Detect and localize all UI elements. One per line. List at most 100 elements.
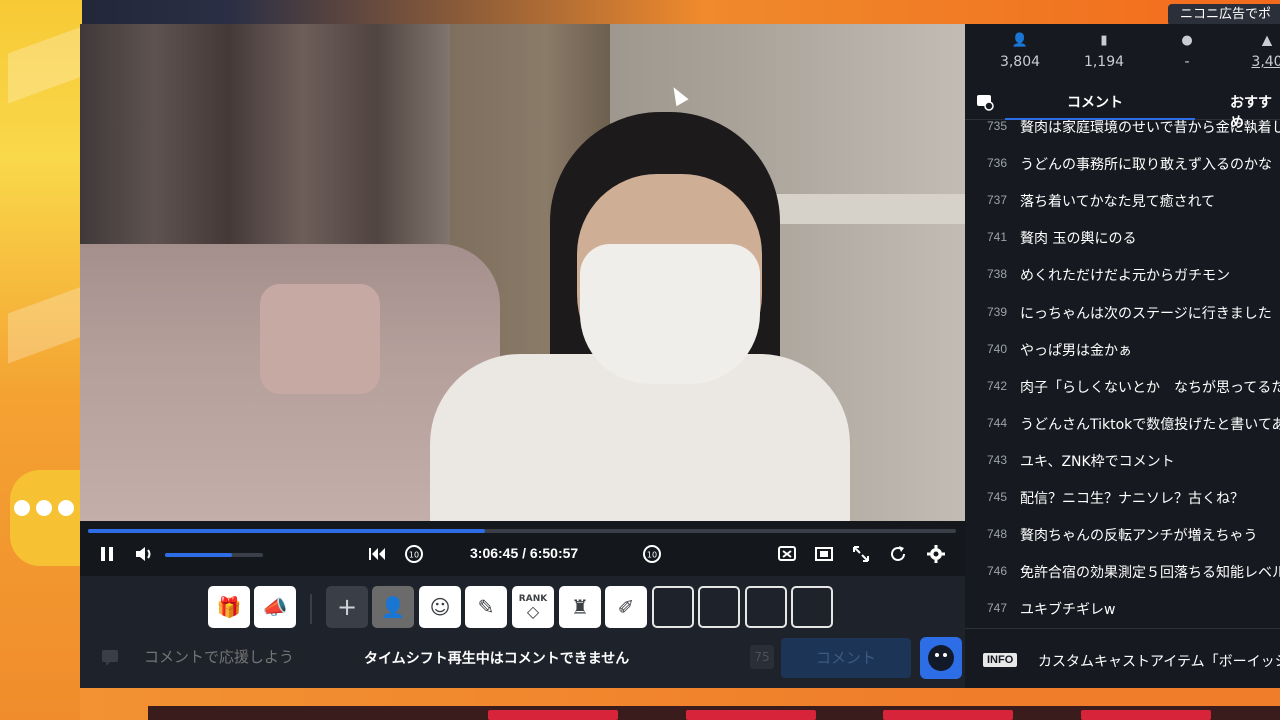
comment-text: 配信？ニコ生？ナニソレ？古くね？ [1020, 491, 1244, 507]
comment-list[interactable]: 735 贅肉は家庭環境のせいで昔から金に執着し 736 うどんの事務所に取り敢えず入る… [965, 120, 1280, 625]
comment-number: 747 [986, 601, 1007, 616]
comment-number: 741 [986, 230, 1007, 245]
fullscreen-button[interactable] [850, 543, 872, 565]
settings-button[interactable] [925, 543, 947, 565]
megaphone-icon: 📣 [262, 595, 288, 619]
volume-slider[interactable] [165, 553, 263, 557]
item-divider [310, 594, 312, 624]
empty-item-slot[interactable] [745, 586, 787, 628]
comment-row[interactable]: 746 免許合宿の効果測定５回落ちる知能レベル [965, 554, 1280, 591]
nicoad-points[interactable]: ▲ 3,40 [1227, 34, 1280, 71]
comment-row[interactable]: 748 贅肉ちゃんの反転アンチが増えちゃう [965, 517, 1280, 554]
comment-row[interactable]: 741 贅肉 玉の輿にのる [965, 220, 1280, 257]
theater-icon [815, 547, 833, 561]
comment-row[interactable]: 742 肉子「らしくないとか なちが思ってるた [965, 369, 1280, 406]
comment-number: 736 [986, 156, 1007, 171]
comment-text: うどんの事務所に取り敢えず入るのかな [1020, 157, 1272, 174]
tab-comment[interactable]: コメント [1067, 92, 1123, 112]
empty-item-slot[interactable] [698, 586, 740, 628]
info-ticker[interactable]: INFO カスタムキャストアイテム「ボーイッシュ [965, 628, 1280, 688]
comment-row[interactable]: 737 落ち着いてかなた見て癒されて [965, 183, 1280, 220]
lower-banner-tag [488, 710, 618, 720]
comment-row[interactable]: 747 ユキブチギレw [965, 591, 1280, 625]
comment-toggle-button[interactable] [776, 543, 798, 565]
comment-text: うどんさんTiktokで数億投げたと書いてあ [1020, 416, 1280, 433]
gift-button[interactable]: 🎁 [208, 586, 250, 628]
lower-banner-tag [1081, 710, 1211, 720]
comment-row[interactable]: 745 配信？ニコ生？ナニソレ？古くね？ [965, 480, 1280, 517]
emotion-item[interactable]: ☺ [419, 586, 461, 628]
comment-text: 落ち着いてかなた見て癒されて [1020, 194, 1216, 211]
stats-bar: 👤 3,804 ▮ 1,194 ● - ▲ 3,40 [965, 24, 1280, 82]
gear-icon [927, 545, 945, 563]
pause-icon [101, 547, 113, 561]
gift-icon: 🎁 [216, 595, 242, 619]
comment-row[interactable]: 744 うどんさんTiktokで数億投げたと書いてあ [965, 406, 1280, 443]
avatar-thumbnail-icon: 👤 [380, 595, 406, 619]
nicoad-button[interactable]: 📣 [254, 586, 296, 628]
reload-button[interactable] [887, 543, 909, 565]
volume-button[interactable] [133, 543, 155, 565]
skip-to-start-button[interactable] [366, 543, 388, 565]
comment-row[interactable]: 735 贅肉は家庭環境のせいで昔から金に執着し [965, 120, 1280, 146]
video-player[interactable] [80, 24, 965, 521]
comment-number: 735 [986, 120, 1007, 133]
volume-slider-level [165, 553, 232, 557]
comment-panel: 👤 3,804 ▮ 1,194 ● - ▲ 3,40 コメント おすすめ 735… [965, 24, 1280, 688]
comment-text: にっちゃんは次のステージに行きました [1020, 305, 1272, 322]
castle-item[interactable]: ♜ [559, 586, 601, 628]
expand-icon [853, 546, 869, 562]
nicoad-banner[interactable]: ニコニ広告でポ [1168, 4, 1280, 26]
info-badge: INFO [983, 653, 1018, 667]
video-frame-streamer-mask [580, 244, 760, 384]
theater-mode-button[interactable] [813, 543, 835, 565]
skip-back-icon [369, 548, 385, 560]
rewind-10-button[interactable]: 10 [403, 543, 425, 565]
lower-banner-tag [883, 710, 1013, 720]
decor-speech-bubble [10, 470, 80, 566]
diamond-icon: ◇ [526, 602, 540, 621]
clock-icon: ● [1181, 33, 1193, 48]
comment-row[interactable]: 738 めくれただけだよ元からガチモン [965, 257, 1280, 294]
comment-bubble-icon: ▮ [1100, 33, 1108, 48]
comment-off-icon [778, 546, 796, 561]
comment-number: 742 [986, 378, 1007, 393]
person-icon: 👤 [1011, 33, 1029, 48]
comment-row[interactable]: 739 にっちゃんは次のステージに行きました [965, 295, 1280, 332]
comment-submit-button[interactable]: コメント [781, 638, 911, 678]
decor-ray [8, 26, 82, 104]
comment-text: やっぱ男は金かぁ [1020, 342, 1132, 359]
comment-row[interactable]: 740 やっぱ男は金かぁ [965, 332, 1280, 369]
comment-settings-icon[interactable] [975, 92, 995, 112]
video-frame-pillow [260, 284, 380, 394]
rank-item[interactable]: RANK ◇ [512, 586, 554, 628]
avatar-item[interactable]: 👤 [372, 586, 414, 628]
comment-text: 贅肉 玉の輿にのる [1020, 231, 1137, 248]
comment-count: ▮ 1,194 [1064, 33, 1144, 71]
empty-item-slot[interactable] [652, 586, 694, 628]
empty-item-slot[interactable] [791, 586, 833, 628]
seek-bar[interactable] [88, 529, 956, 533]
quote-item[interactable]: ✎ [465, 586, 507, 628]
comment-palette-icon[interactable] [98, 646, 122, 670]
add-item-button[interactable]: + [326, 586, 368, 628]
comment-number: 746 [986, 564, 1007, 579]
bear-icon: ✐ [617, 595, 635, 619]
comment-number: 738 [986, 267, 1007, 282]
lower-banner-tag [686, 710, 816, 720]
forward-10-icon: 10 [643, 545, 661, 563]
comment-char-limit: 75 [750, 645, 774, 669]
comment-number: 743 [986, 452, 1007, 467]
reload-icon [891, 546, 905, 561]
video-frame-shelf [770, 194, 965, 224]
comment-row[interactable]: 743 ユキ、ZNK枠でコメント [965, 443, 1280, 480]
elapsed-stat: ● - [1147, 33, 1227, 71]
pause-button[interactable] [96, 543, 118, 565]
comment-row[interactable]: 736 うどんの事務所に取り敢えず入るのかな [965, 146, 1280, 183]
forward-10-button[interactable]: 10 [641, 543, 663, 565]
crowd-icon: ☺ [429, 595, 451, 619]
bear-item[interactable]: ✐ [605, 586, 647, 628]
emotion-button[interactable] [920, 637, 962, 679]
comment-number: 748 [986, 527, 1007, 542]
decor-dot [36, 500, 52, 516]
